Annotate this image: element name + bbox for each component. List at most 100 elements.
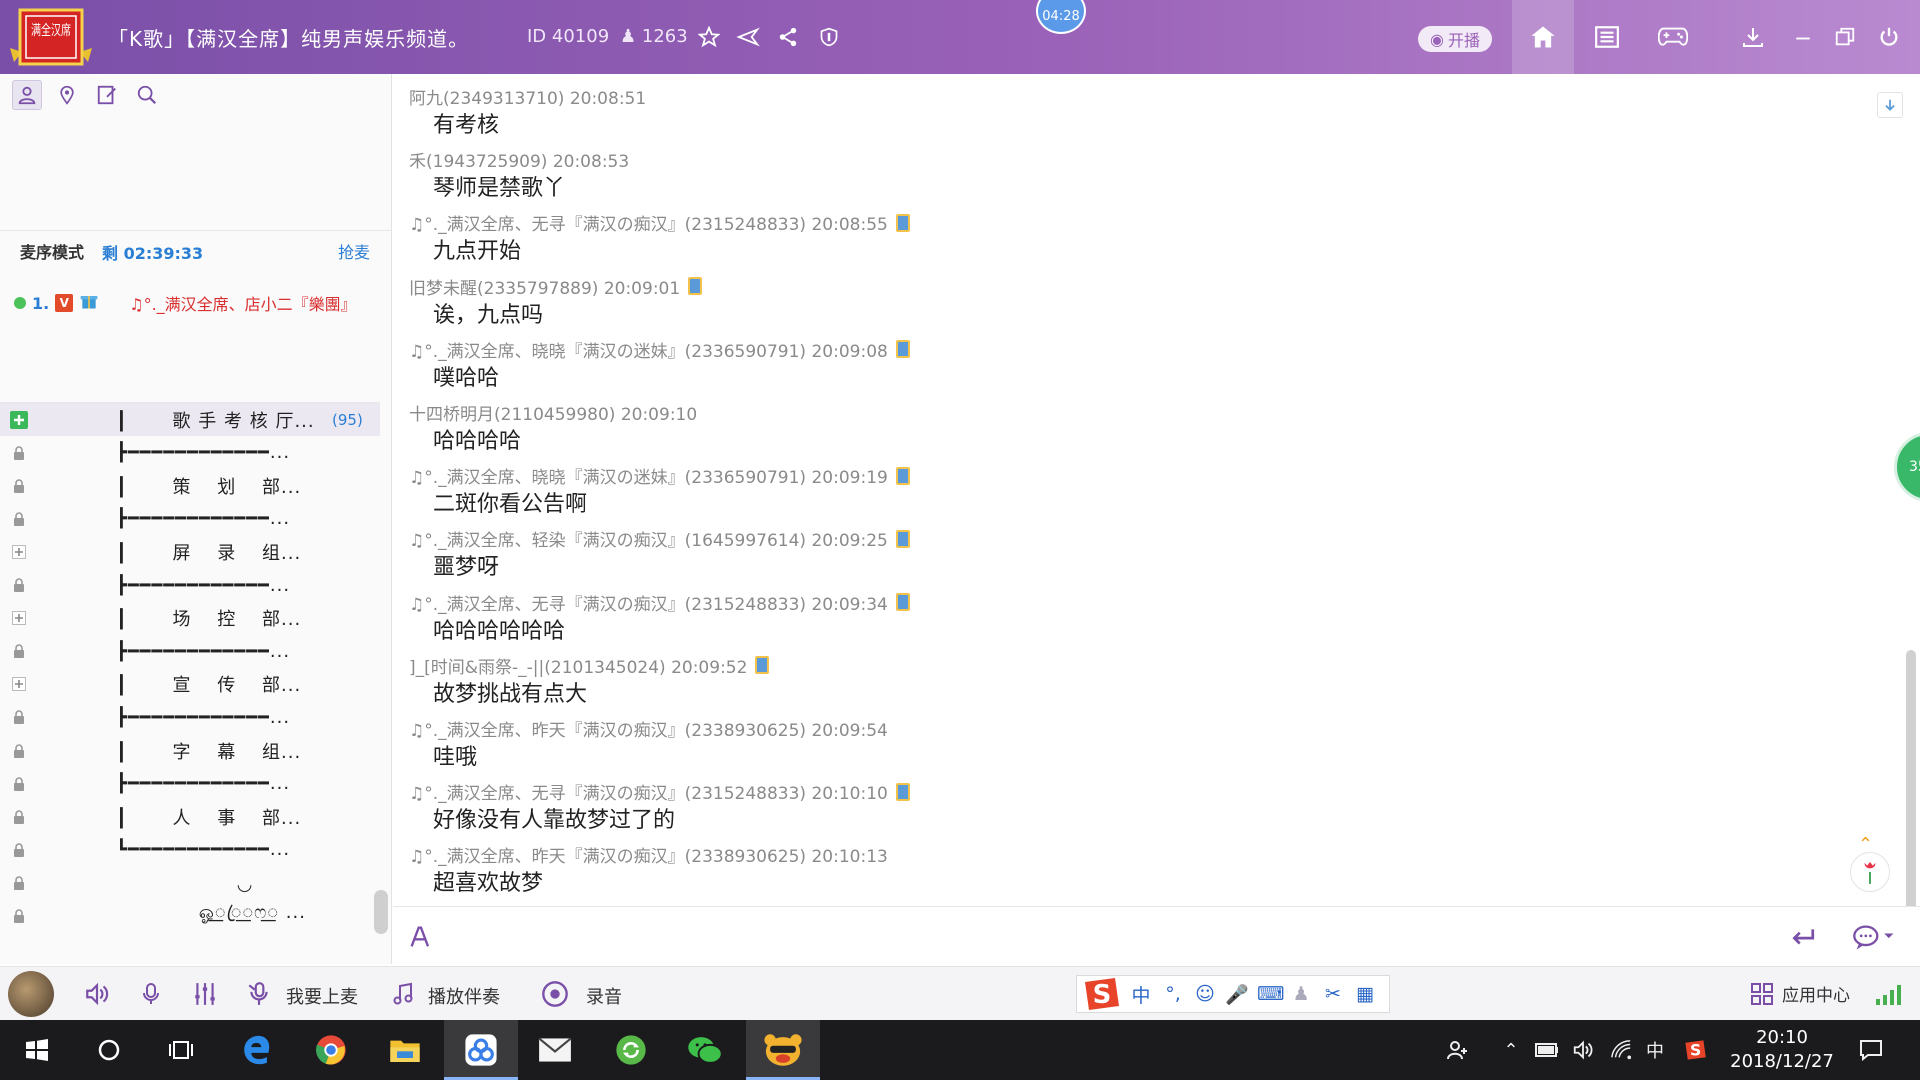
members-icon[interactable] bbox=[12, 80, 42, 110]
ime-chinese-mode[interactable]: 中 bbox=[1129, 981, 1153, 1008]
tray-expand-chevron-icon[interactable]: ⌃ bbox=[1498, 1036, 1524, 1064]
message-sender-meta[interactable]: ♫°._满汉全席、无寻『满汉の痴汉』(2315248833) 20:10:10 bbox=[409, 779, 910, 804]
lock-icon[interactable] bbox=[10, 742, 28, 760]
search-icon[interactable] bbox=[132, 80, 162, 110]
volume-icon[interactable] bbox=[1570, 1036, 1596, 1064]
file-explorer-icon[interactable] bbox=[368, 1020, 442, 1080]
channel-item[interactable]: ┣━━━━━━━━━━━━... bbox=[0, 569, 380, 602]
grab-mic-link[interactable]: 抢麦 bbox=[338, 239, 370, 263]
record-button[interactable]: 录音 bbox=[586, 983, 622, 1009]
wechat-icon[interactable] bbox=[668, 1020, 742, 1080]
wifi-icon[interactable] bbox=[1608, 1036, 1634, 1064]
mic-request-icon[interactable] bbox=[244, 979, 274, 1009]
power-icon[interactable] bbox=[1874, 22, 1904, 52]
scroll-bottom-button[interactable] bbox=[1877, 92, 1903, 118]
task-view-icon[interactable] bbox=[144, 1020, 218, 1080]
channel-item[interactable]: ┃ 宣 传 部... bbox=[0, 668, 380, 701]
ime-punctuation-mode[interactable]: °, bbox=[1161, 983, 1185, 1005]
channel-item[interactable]: ┃ 屏 录 组... bbox=[0, 535, 380, 568]
minimize-icon[interactable] bbox=[1788, 22, 1818, 52]
message-sender-meta[interactable]: ♫°._满汉全席、无寻『满汉の痴汉』(2315248833) 20:09:34 bbox=[409, 590, 910, 615]
cortana-search-icon[interactable] bbox=[72, 1020, 146, 1080]
channel-item[interactable]: ┣━━━━━━━━━━━━... bbox=[0, 502, 380, 535]
toolbox-grid-icon[interactable]: ▦ bbox=[1353, 983, 1377, 1005]
chat-bubble-dropdown-icon[interactable] bbox=[1849, 921, 1901, 953]
share-icon[interactable] bbox=[773, 22, 803, 52]
lock-icon[interactable] bbox=[10, 708, 28, 726]
voice-input-icon[interactable]: 🎤 bbox=[1225, 983, 1249, 1006]
plus-icon[interactable] bbox=[10, 675, 28, 693]
skin-shirt-icon[interactable]: ✂ bbox=[1321, 983, 1345, 1005]
lock-icon[interactable] bbox=[10, 576, 28, 594]
channel-item[interactable]: ┃ 字 幕 组... bbox=[0, 734, 380, 767]
go-live-button[interactable]: ◉ 开播 bbox=[1418, 26, 1492, 52]
airplane-icon[interactable] bbox=[733, 22, 763, 52]
microphone-icon[interactable] bbox=[136, 979, 166, 1009]
user-account-icon[interactable]: ♟ bbox=[1289, 983, 1313, 1005]
windows-start-icon[interactable] bbox=[0, 1020, 74, 1080]
left-scrollbar[interactable] bbox=[374, 890, 388, 934]
location-icon[interactable] bbox=[52, 80, 82, 110]
message-sender-meta[interactable]: 十四桥明月(2110459980) 20:09:10 bbox=[409, 400, 697, 425]
channel-item[interactable]: ┗━━━━━━━━━━━━... bbox=[0, 833, 380, 866]
lock-icon[interactable] bbox=[10, 477, 28, 495]
message-sender-meta[interactable]: ♫°._满汉全席、晓晓『满汉の迷妹』(2336590791) 20:09:08 bbox=[409, 337, 910, 362]
lock-icon[interactable] bbox=[10, 775, 28, 793]
message-sender-meta[interactable]: 禾(1943725909) 20:08:53 bbox=[409, 147, 629, 172]
battery-icon[interactable] bbox=[1534, 1036, 1560, 1064]
emoji-icon[interactable]: ☺ bbox=[1193, 983, 1217, 1005]
system-clock[interactable]: 20:10 2018/12/27 bbox=[1720, 1026, 1844, 1074]
lock-icon[interactable] bbox=[10, 874, 28, 892]
keyboard-icon[interactable]: ⌨ bbox=[1257, 983, 1284, 1005]
list-icon[interactable] bbox=[1592, 22, 1622, 52]
channel-item[interactable]: ┣━━━━━━━━━━━━... bbox=[0, 436, 380, 469]
message-sender-meta[interactable]: ♫°._满汉全席、晓晓『满汉の迷妹』(2336590791) 20:09:19 bbox=[409, 463, 910, 488]
record-icon[interactable] bbox=[540, 979, 570, 1009]
chrome-icon[interactable] bbox=[294, 1020, 368, 1080]
lock-icon[interactable] bbox=[10, 642, 28, 660]
message-sender-meta[interactable]: 旧梦未醒(2335797889) 20:09:01 bbox=[409, 274, 703, 299]
action-center-icon[interactable] bbox=[1858, 1036, 1884, 1064]
speaker-icon[interactable] bbox=[82, 979, 112, 1009]
star-icon[interactable] bbox=[694, 22, 724, 52]
yy-bear-app-icon[interactable] bbox=[746, 1020, 820, 1080]
plus-icon[interactable] bbox=[10, 543, 28, 561]
message-sender-meta[interactable]: ♫°._满汉全席、无寻『满汉の痴汉』(2315248833) 20:08:55 bbox=[409, 210, 910, 235]
message-sender-meta[interactable]: ]_[时间&雨祭-_-||(2101345024) 20:09:52 bbox=[409, 653, 770, 678]
send-enter-icon[interactable] bbox=[1787, 921, 1819, 953]
lock-icon[interactable] bbox=[10, 841, 28, 859]
avatar[interactable] bbox=[8, 971, 54, 1017]
equalizer-icon[interactable] bbox=[190, 979, 220, 1009]
channel-item[interactable]: ┃ 人 事 部... bbox=[0, 800, 380, 833]
yy-client-icon[interactable] bbox=[444, 1020, 518, 1080]
lock-icon[interactable] bbox=[10, 510, 28, 528]
gamepad-icon[interactable] bbox=[1658, 22, 1688, 52]
sogou-tray-icon[interactable]: S bbox=[1682, 1036, 1708, 1064]
channel-item[interactable]: ┃ 场 控 部... bbox=[0, 602, 380, 635]
lock-icon[interactable] bbox=[10, 444, 28, 462]
restore-icon[interactable] bbox=[1830, 22, 1860, 52]
sogou-logo-icon[interactable]: S bbox=[1081, 976, 1121, 1012]
plus-icon[interactable] bbox=[10, 609, 28, 627]
flower-gift-button[interactable] bbox=[1850, 852, 1890, 892]
shield-icon[interactable] bbox=[814, 22, 844, 52]
lock-icon[interactable] bbox=[10, 907, 28, 925]
home-tab[interactable] bbox=[1512, 0, 1574, 74]
channel-item[interactable]: ◡ bbox=[0, 866, 380, 899]
channel-item[interactable]: ┃ 歌 手 考 核 厅... (95) bbox=[0, 403, 380, 436]
channel-item[interactable]: ┣━━━━━━━━━━━━... bbox=[0, 635, 380, 668]
mail-icon[interactable] bbox=[518, 1020, 592, 1080]
download-icon[interactable] bbox=[1738, 22, 1768, 52]
mic-up-button[interactable]: 我要上麦 bbox=[286, 983, 358, 1009]
music-note-icon[interactable] bbox=[388, 979, 418, 1009]
message-sender-meta[interactable]: 阿九(2349313710) 20:08:51 bbox=[409, 84, 646, 109]
ie-refresh-icon[interactable] bbox=[594, 1020, 668, 1080]
channel-item[interactable]: ┃ 策 划 部... bbox=[0, 469, 380, 502]
font-style-icon[interactable] bbox=[405, 921, 437, 953]
message-sender-meta[interactable]: ♫°._满汉全席、昨天『满汉の痴汉』(2338930625) 20:09:54 bbox=[409, 716, 888, 741]
channel-item[interactable]: ஓ꯭ꦿ꯭ෆ꯭ ... bbox=[0, 900, 380, 933]
message-sender-meta[interactable]: ♫°._满汉全席、轻染『满汉の痴汉』(1645997614) 20:09:25 bbox=[409, 526, 910, 551]
edit-note-icon[interactable] bbox=[92, 80, 122, 110]
lock-icon[interactable] bbox=[10, 808, 28, 826]
app-center-button[interactable]: 应用中心 bbox=[1750, 981, 1850, 1006]
